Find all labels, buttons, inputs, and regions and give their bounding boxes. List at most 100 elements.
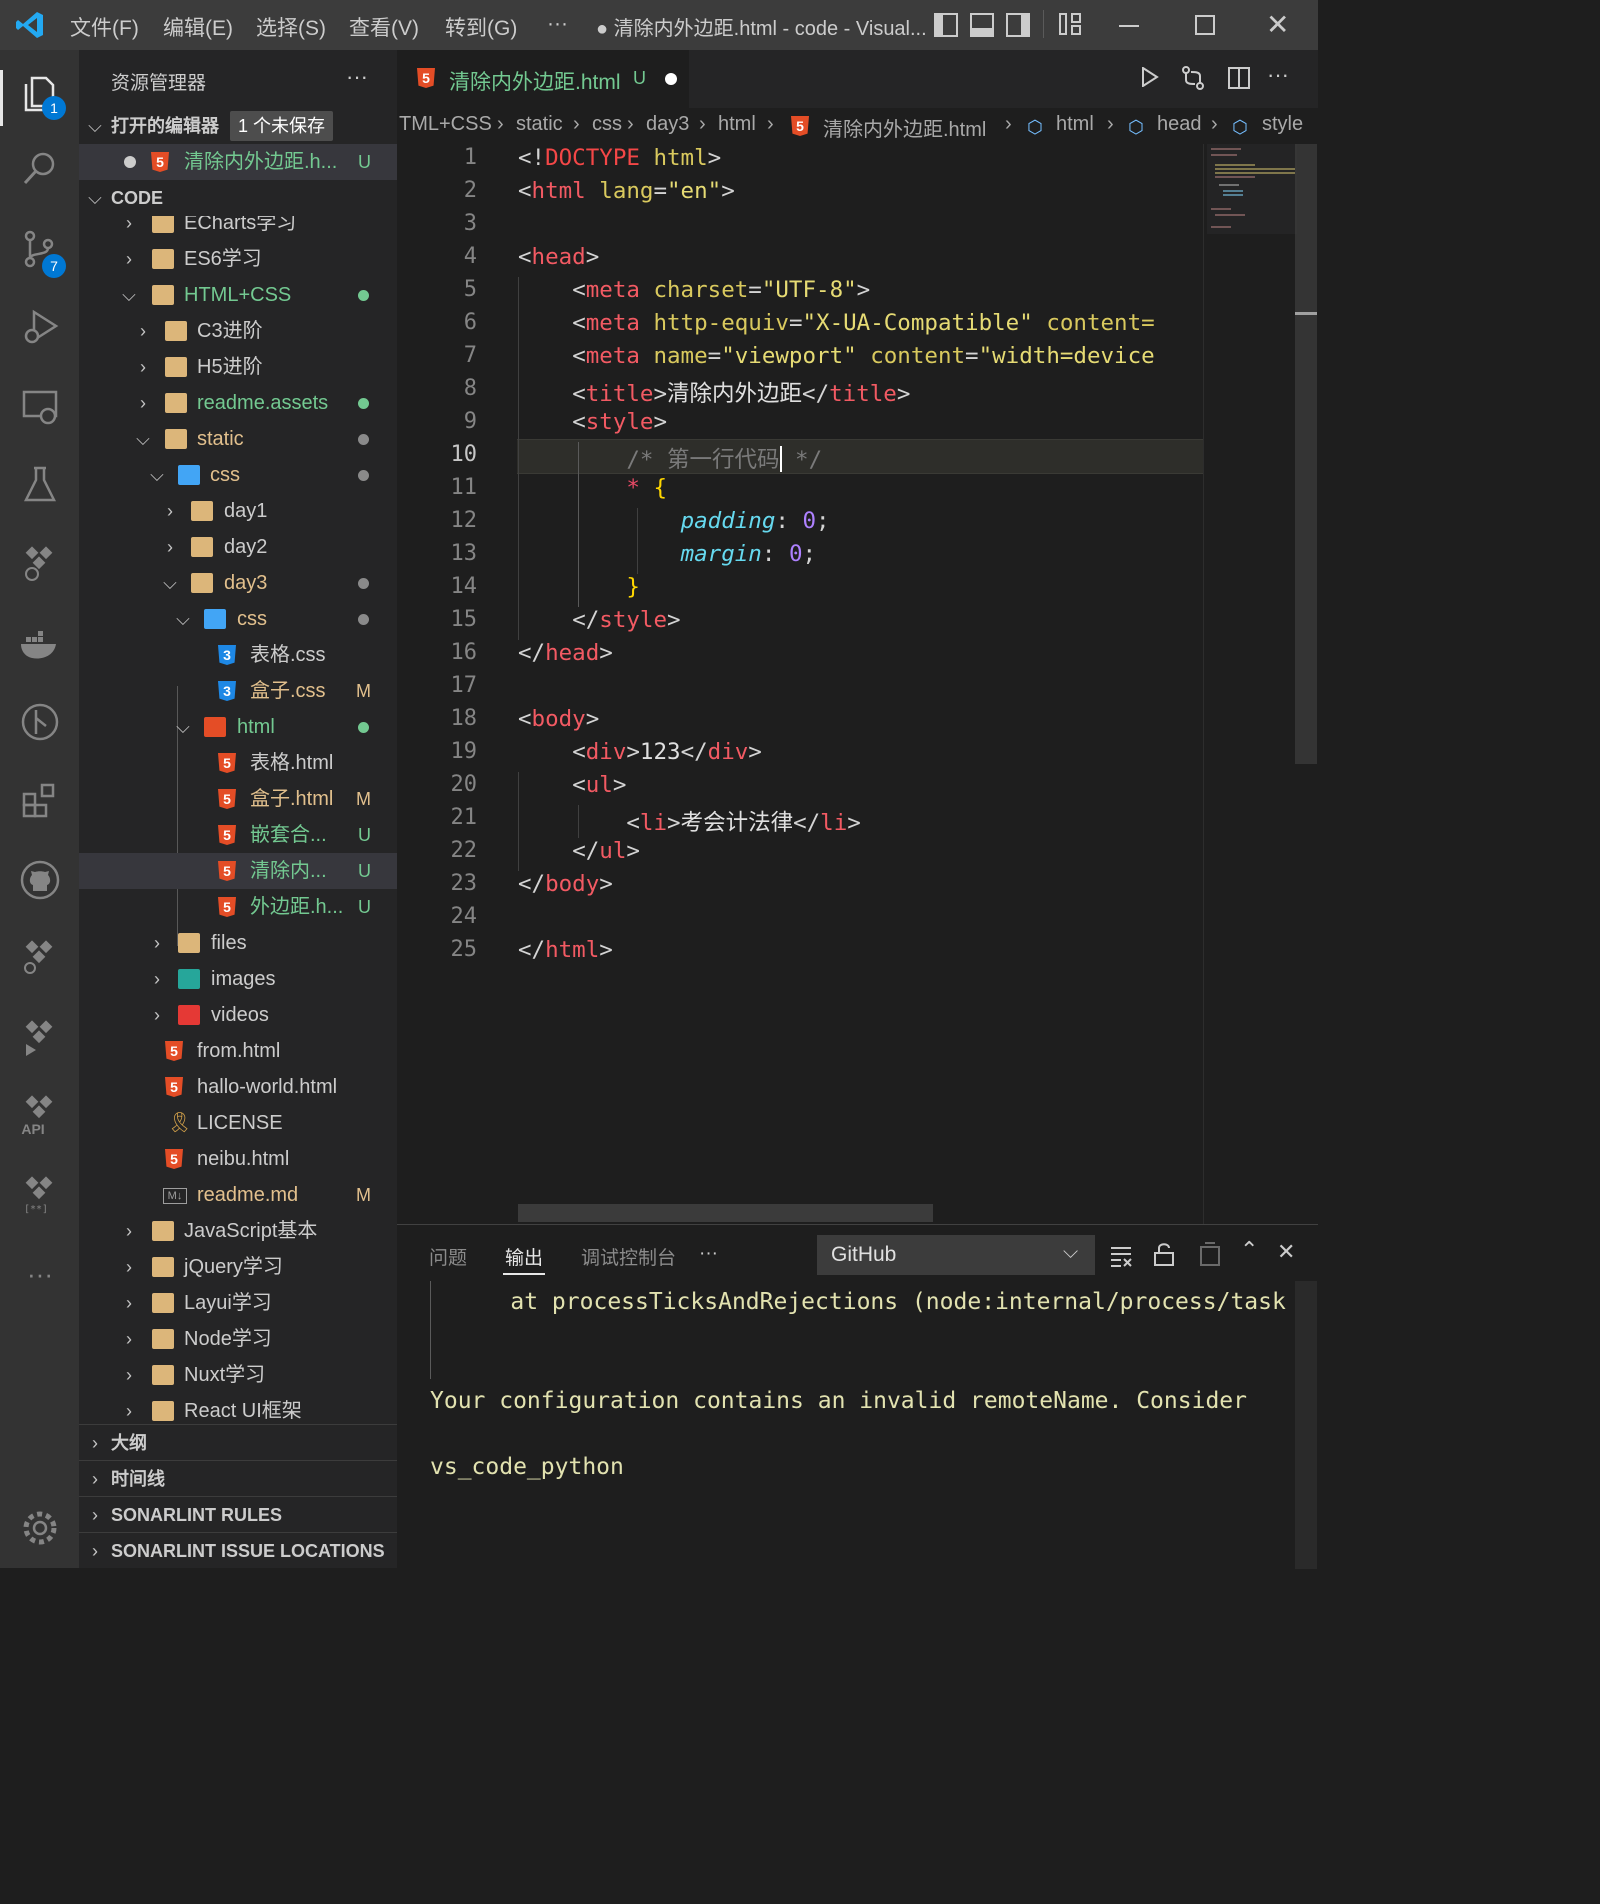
tree-file-clear-margin-selected[interactable]: 5 清除内... U bbox=[79, 853, 397, 889]
tab-output[interactable]: 输出 bbox=[505, 1243, 543, 1270]
tree-file-nested[interactable]: 5 嵌套合... U bbox=[79, 817, 397, 853]
unsaved-dot-icon[interactable] bbox=[665, 73, 677, 85]
menu-edit[interactable]: 编辑(E) bbox=[163, 12, 233, 42]
editor-tab-active[interactable]: 5 清除内外边距.html U bbox=[397, 50, 689, 108]
source-control-icon[interactable]: 7 bbox=[14, 222, 66, 278]
maximize-panel-icon[interactable]: ⌃ bbox=[1240, 1237, 1258, 1263]
split-editor-icon[interactable] bbox=[1227, 66, 1251, 90]
menu-file[interactable]: 文件(F) bbox=[70, 12, 139, 42]
breadcrumb-segment[interactable]: head bbox=[1157, 113, 1202, 136]
open-editor-item[interactable]: 5 清除内外边距.h... U bbox=[79, 144, 397, 180]
tree-folder-react-ui[interactable]: › React UI框架 bbox=[79, 1393, 397, 1422]
panel-more-button[interactable]: ··· bbox=[699, 1243, 718, 1265]
tree-folder-layui[interactable]: › Layui学习 bbox=[79, 1285, 397, 1321]
tree-folder-jquery[interactable]: › jQuery学习 bbox=[79, 1249, 397, 1285]
lock-scroll-icon[interactable] bbox=[1153, 1241, 1175, 1267]
extension-json-icon[interactable]: [**] bbox=[14, 1168, 66, 1220]
open-editors-header[interactable]: ⌵ 打开的编辑器 1 个未保存 bbox=[79, 108, 397, 144]
clear-output-icon[interactable] bbox=[1109, 1245, 1133, 1267]
tree-file-table-html[interactable]: 5 表格.html bbox=[79, 745, 397, 781]
open-in-editor-icon[interactable] bbox=[1197, 1241, 1221, 1267]
breadcrumb-segment[interactable]: style bbox=[1262, 113, 1303, 136]
tree-file-hallo-world[interactable]: 5 hallo-world.html bbox=[79, 1069, 397, 1105]
tree-folder-videos[interactable]: › videos bbox=[79, 997, 397, 1033]
tree-folder-htmlcss[interactable]: ⌵ HTML+CSS bbox=[79, 277, 397, 313]
sidebar-more-button[interactable]: ··· bbox=[346, 64, 368, 90]
extension-tool-icon[interactable] bbox=[14, 932, 66, 984]
tree-folder-images[interactable]: › images bbox=[79, 961, 397, 997]
tab-problems[interactable]: 问题 bbox=[429, 1243, 467, 1270]
tree-folder-nuxt[interactable]: › Nuxt学习 bbox=[79, 1357, 397, 1393]
menu-go[interactable]: 转到(G) bbox=[445, 12, 517, 42]
tree-file-outer-margin[interactable]: 5 外边距.h... U bbox=[79, 889, 397, 925]
sonarlint-locations-section[interactable]: › SONARLINT ISSUE LOCATIONS bbox=[79, 1532, 397, 1569]
toggle-secondary-sidebar-icon[interactable] bbox=[1006, 13, 1030, 37]
tree-folder-javascript[interactable]: › JavaScript基本 bbox=[79, 1213, 397, 1249]
run-debug-icon[interactable] bbox=[14, 300, 66, 352]
tree-folder-c3[interactable]: › C3进阶 bbox=[79, 313, 397, 349]
vertical-scrollbar[interactable] bbox=[1295, 144, 1317, 764]
github-icon[interactable] bbox=[14, 854, 66, 906]
sonarlint-rules-section[interactable]: › SONARLINT RULES bbox=[79, 1496, 397, 1533]
tree-folder-day1[interactable]: › day1 bbox=[79, 493, 397, 529]
tree-file-from-html[interactable]: 5 from.html bbox=[79, 1033, 397, 1069]
extension-pack-icon[interactable] bbox=[14, 538, 66, 590]
tree-folder-css[interactable]: ⌵ css bbox=[79, 457, 397, 493]
tree-folder-static[interactable]: ⌵ static bbox=[79, 421, 397, 457]
api-icon[interactable]: API bbox=[14, 1090, 66, 1142]
tree-folder-files[interactable]: › files bbox=[79, 925, 397, 961]
outline-section[interactable]: › 大纲 bbox=[79, 1424, 397, 1461]
testing-icon[interactable] bbox=[14, 458, 66, 510]
breadcrumb-segment[interactable]: static bbox=[516, 113, 563, 136]
output-scrollbar[interactable] bbox=[1295, 1281, 1317, 1569]
explorer-icon[interactable]: 1 bbox=[14, 66, 66, 120]
settings-gear-icon[interactable] bbox=[14, 1502, 66, 1554]
editor-more-button[interactable]: ··· bbox=[1267, 62, 1289, 88]
extension-run-icon[interactable] bbox=[14, 1012, 66, 1064]
breadcrumb-segment[interactable]: 清除内外边距.html bbox=[823, 113, 986, 142]
close-panel-icon[interactable]: ✕ bbox=[1277, 1239, 1295, 1265]
tree-folder-html[interactable]: ⌵ html bbox=[79, 709, 397, 745]
tree-folder-h5[interactable]: › H5进阶 bbox=[79, 349, 397, 385]
tree-file-table-css[interactable]: 3 表格.css bbox=[79, 637, 397, 673]
maximize-icon[interactable] bbox=[1195, 15, 1215, 35]
breadcrumb-segment[interactable]: html bbox=[718, 113, 756, 136]
tree-folder-node[interactable]: › Node学习 bbox=[79, 1321, 397, 1357]
breadcrumb-segment[interactable]: html bbox=[1056, 113, 1094, 136]
tree-folder-echarts[interactable]: › ECharts学习 bbox=[79, 216, 397, 241]
search-icon[interactable] bbox=[14, 143, 66, 195]
compare-changes-icon[interactable] bbox=[1181, 66, 1205, 90]
tree-file-box-css[interactable]: 3 盒子.css M bbox=[79, 673, 397, 709]
toggle-panel-icon[interactable] bbox=[970, 13, 994, 37]
git-graph-icon[interactable] bbox=[14, 696, 66, 748]
more-views-icon[interactable]: ··· bbox=[14, 1248, 66, 1300]
minimap[interactable] bbox=[1207, 144, 1297, 234]
tree-folder-es6[interactable]: › ES6学习 bbox=[79, 241, 397, 277]
tree-folder-day2[interactable]: › day2 bbox=[79, 529, 397, 565]
remote-explorer-icon[interactable] bbox=[14, 380, 66, 432]
horizontal-scrollbar[interactable] bbox=[518, 1204, 933, 1222]
extensions-icon[interactable] bbox=[14, 774, 66, 826]
breadcrumb-segment[interactable]: TML+CSS bbox=[399, 113, 492, 136]
tree-file-box-html[interactable]: 5 盒子.html M bbox=[79, 781, 397, 817]
tree-folder-day3-css[interactable]: ⌵ css bbox=[79, 601, 397, 637]
workspace-header[interactable]: ⌵ CODE bbox=[79, 180, 397, 216]
breadcrumb-segment[interactable]: css bbox=[592, 113, 622, 136]
code-editor[interactable]: 1 2 3 4 5 6 7 8 9 10 11 12 13 14 15 16 17 18 19 20 21 22 23 24 2… bbox=[397, 144, 1318, 1224]
output-channel-select[interactable]: GitHub ⌵ bbox=[817, 1235, 1095, 1275]
menu-more[interactable]: ··· bbox=[547, 12, 568, 36]
tab-debug-console[interactable]: 调试控制台 bbox=[581, 1243, 676, 1270]
tree-folder-day3[interactable]: ⌵ day3 bbox=[79, 565, 397, 601]
toggle-sidebar-icon[interactable] bbox=[934, 13, 958, 37]
run-icon[interactable] bbox=[1141, 67, 1159, 87]
tree-file-license[interactable]: 🎗 LICENSE bbox=[79, 1105, 397, 1141]
customize-layout-icon[interactable] bbox=[1059, 13, 1081, 35]
menu-selection[interactable]: 选择(S) bbox=[256, 12, 326, 42]
minimize-icon[interactable] bbox=[1119, 25, 1139, 27]
tree-file-neibu[interactable]: 5 neibu.html bbox=[79, 1141, 397, 1177]
breadcrumb-segment[interactable]: day3 bbox=[646, 113, 689, 136]
menu-view[interactable]: 查看(V) bbox=[349, 12, 419, 42]
tree-file-readme[interactable]: M↓ readme.md M bbox=[79, 1177, 397, 1213]
close-icon[interactable]: ✕ bbox=[1266, 8, 1289, 41]
tree-folder-readme-assets[interactable]: › readme.assets bbox=[79, 385, 397, 421]
